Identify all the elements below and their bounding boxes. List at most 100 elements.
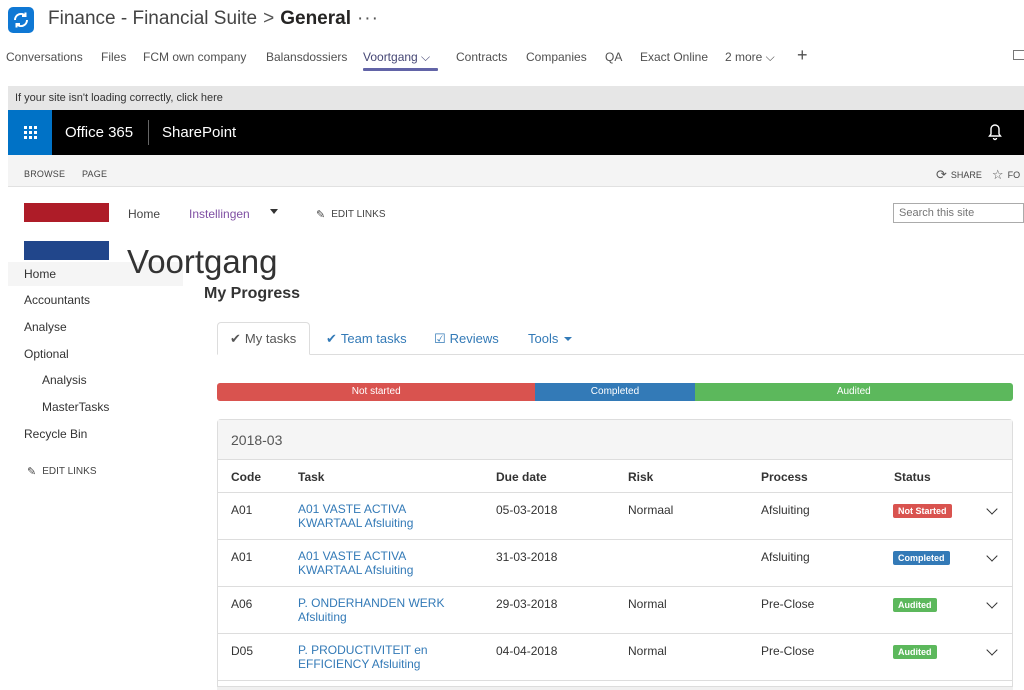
teams-header: Finance - Financial Suite > General ··· [0,0,1024,40]
search-input[interactable] [893,203,1024,223]
column-header-task: Task [298,470,325,484]
status-badge: Audited [893,645,937,659]
next-panel-edge [217,686,1013,690]
task-link[interactable]: A01 VASTE ACTIVA KWARTAAL Afsluiting [298,502,468,530]
expand-icon[interactable] [1013,50,1024,60]
tab-balansdossiers[interactable]: Balansdossiers [266,50,347,64]
edit-links-left-button[interactable]: ✎ EDIT LINKS [27,465,97,478]
task-link[interactable]: P. PRODUCTIVITEIT en EFFICIENCY Afsluiti… [298,643,468,671]
more-options-icon[interactable]: ··· [357,8,379,29]
edit-links-top-button[interactable]: ✎ EDIT LINKS [316,208,386,221]
status-progress-bar: Not started Completed Audited [217,383,1013,401]
tab-tools[interactable]: Tools [516,322,584,355]
progress-not-started: Not started [217,383,536,401]
chevron-down-icon[interactable] [986,550,998,562]
suite-bar: Office 365 SharePoint [8,110,1024,155]
status-badge: Audited [893,598,937,612]
topnav-home[interactable]: Home [128,207,160,221]
leftnav-analyse[interactable]: Analyse [24,320,67,334]
table-row: A06 P. ONDERHANDEN WERK Afsluiting 29-03… [218,587,1012,634]
edit-links-label: EDIT LINKS [331,209,386,220]
tab-voortgang[interactable]: Voortgang ⌵ [363,50,430,65]
cell-process: Afsluiting [761,503,810,517]
tab-companies[interactable]: Companies [526,50,587,64]
checkbox-icon: ☑ [434,330,446,346]
column-header-code: Code [231,470,261,484]
suitebar-divider [148,120,149,145]
task-panel: 2018-03 Code Task Due date Risk Process … [217,419,1013,690]
leftnav-optional[interactable]: Optional [24,347,69,361]
tab-label: Team tasks [340,331,407,346]
leftnav-accountants[interactable]: Accountants [24,293,90,307]
table-row: A01 A01 VASTE ACTIVA KWARTAAL Afsluiting… [218,540,1012,587]
cell-code: A01 [231,550,253,564]
breadcrumb: Finance - Financial Suite > General ··· [48,8,379,30]
tab-exact-online[interactable]: Exact Online [640,50,708,64]
tab-more[interactable]: 2 more ⌵ [725,50,775,65]
cell-due-date: 05-03-2018 [496,503,558,517]
site-logo-blue[interactable] [24,241,109,260]
follow-label: FO [1007,170,1021,180]
task-link[interactable]: P. ONDERHANDEN WERK Afsluiting [298,596,468,624]
chevron-down-icon[interactable] [986,644,998,656]
app-launcher-icon[interactable] [8,110,52,155]
teams-tab-bar: Conversations Files FCM own company Bala… [0,42,1024,72]
tab-my-tasks[interactable]: ✔ My tasks [217,322,310,355]
status-badge: Completed [893,551,950,565]
topnav-instellingen[interactable]: Instellingen [189,207,250,221]
share-label: SHARE [950,170,982,180]
team-name[interactable]: Finance - Financial Suite [48,8,257,29]
site-logo-white[interactable] [24,222,109,241]
ribbon: BROWSE PAGE ⟳ SHARE ☆ FO [8,155,1024,187]
channel-name: General [280,8,351,29]
cell-process: Afsluiting [761,550,810,564]
progress-completed: Completed [535,383,695,401]
cell-risk: Normaal [628,503,674,517]
chevron-down-icon[interactable] [986,503,998,515]
office365-link[interactable]: Office 365 [65,124,133,141]
tab-conversations[interactable]: Conversations [6,50,83,64]
active-tab-indicator [363,68,438,71]
column-header-due-date: Due date [496,470,547,484]
edit-links-label: EDIT LINKS [42,466,97,477]
tab-label: Tools [528,331,559,346]
site-loading-notice[interactable]: If your site isn't loading correctly, cl… [8,86,1024,110]
cell-risk: Normal [628,644,667,658]
chevron-down-icon[interactable] [986,597,998,609]
column-header-risk: Risk [628,470,654,484]
cell-due-date: 29-03-2018 [496,597,558,611]
app-logo-icon[interactable] [8,7,34,33]
pencil-icon: ✎ [27,466,37,478]
tab-qa[interactable]: QA [605,50,622,64]
leftnav-recycle-bin[interactable]: Recycle Bin [24,427,87,441]
column-header-process: Process [761,470,808,484]
leftnav-home[interactable]: Home [24,267,56,281]
tab-label: Reviews [449,331,499,346]
tab-team-tasks[interactable]: ✔ Team tasks [314,322,419,355]
ribbon-tab-browse[interactable]: BROWSE [24,169,65,179]
check-icon: ✔ [326,330,337,346]
cell-process: Pre-Close [761,644,815,658]
tab-reviews[interactable]: ☑ Reviews [422,322,511,355]
chevron-down-icon[interactable] [270,209,278,214]
add-tab-icon[interactable]: + [797,45,808,66]
cell-due-date: 04-04-2018 [496,644,558,658]
leftnav-analysis[interactable]: Analysis [42,373,87,387]
bell-icon[interactable] [988,123,1002,141]
cell-code: D05 [231,644,254,658]
leftnav-mastertasks[interactable]: MasterTasks [42,400,109,414]
tab-files[interactable]: Files [101,50,126,64]
progress-audited: Audited [694,383,1013,401]
caret-down-icon [564,336,573,341]
cell-risk: Normal [628,597,667,611]
star-icon: ☆ [991,167,1004,182]
sharepoint-link[interactable]: SharePoint [162,124,236,141]
task-link[interactable]: A01 VASTE ACTIVA KWARTAAL Afsluiting [298,549,468,577]
tab-fcm-own-company[interactable]: FCM own company [143,50,246,64]
share-button[interactable]: ⟳ SHARE ☆ FO [936,167,1020,183]
cell-process: Pre-Close [761,597,815,611]
site-logo-red[interactable] [24,203,109,222]
tab-contracts[interactable]: Contracts [456,50,507,64]
page-title: Voortgang [127,243,278,280]
ribbon-tab-page[interactable]: PAGE [82,169,107,179]
